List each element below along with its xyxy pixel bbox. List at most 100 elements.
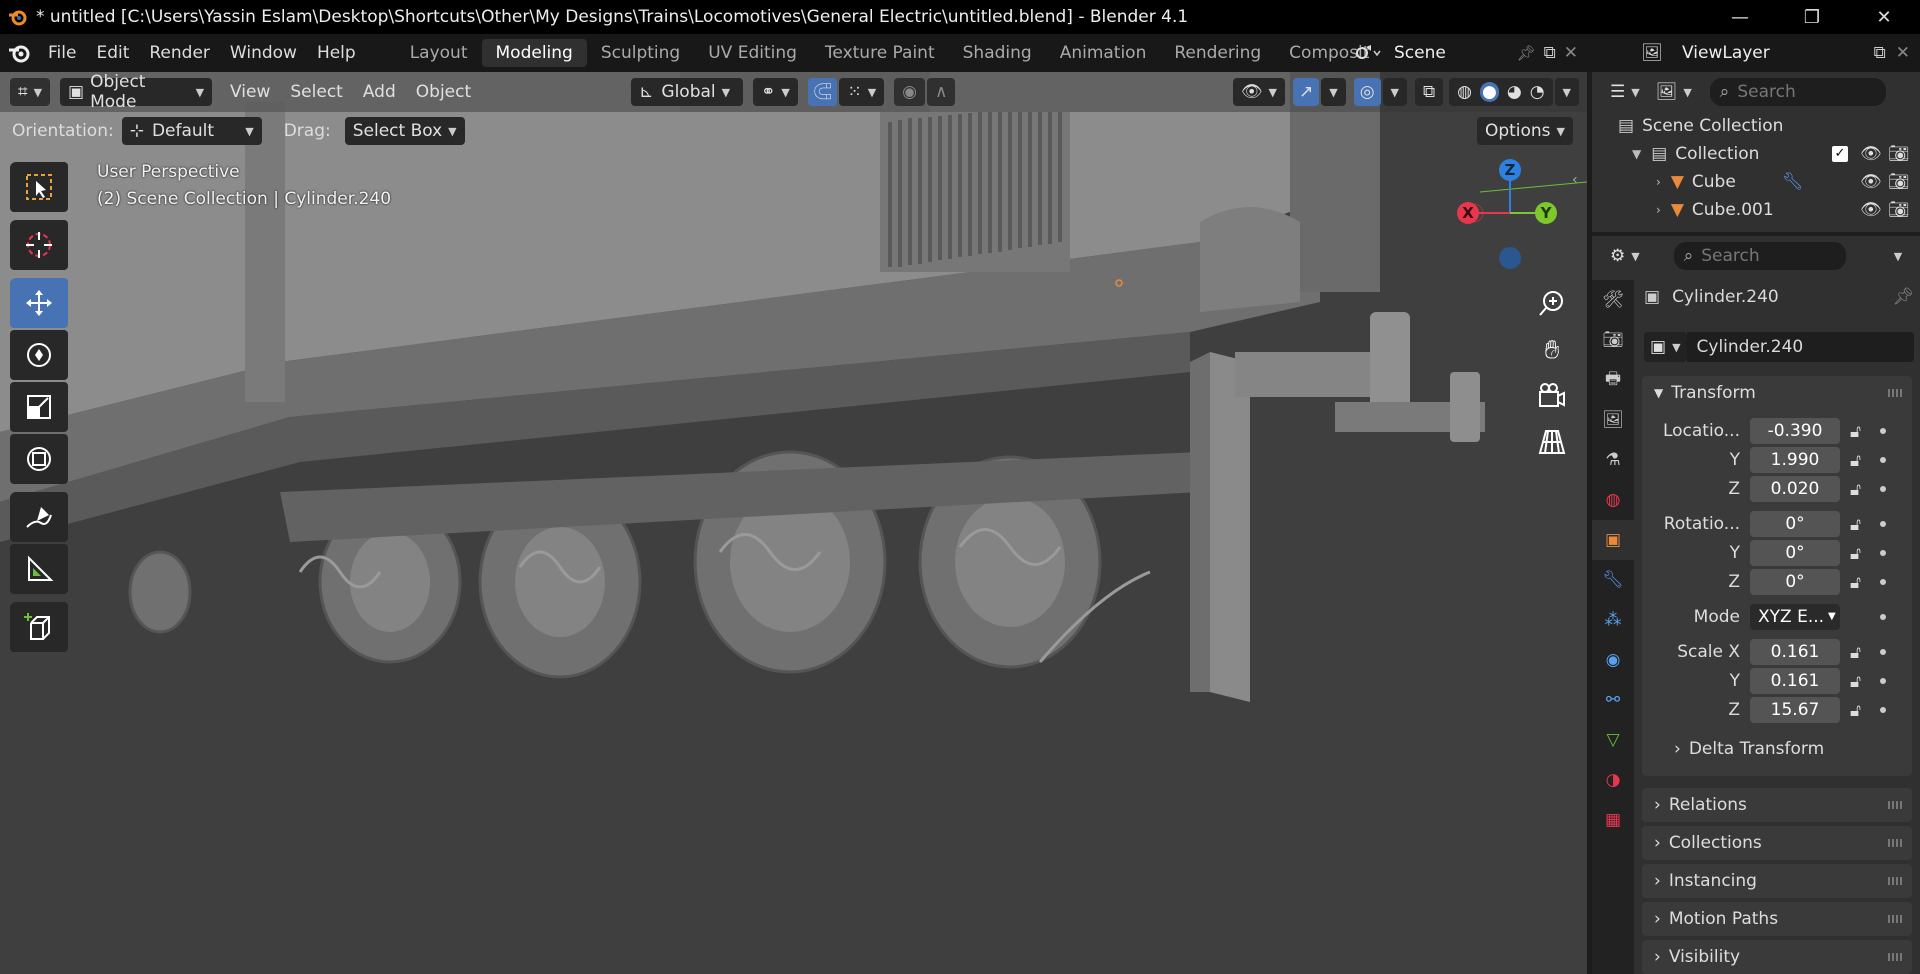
mode-dropdown[interactable]: ▣ Object Mode ▼ xyxy=(60,72,213,112)
material-shading-icon[interactable]: ◕ xyxy=(1507,82,1522,102)
close-button[interactable]: ✕ xyxy=(1848,0,1920,34)
tab-material[interactable]: ◑ xyxy=(1592,760,1634,800)
menu-help[interactable]: Help xyxy=(307,34,366,72)
falloff-dropdown[interactable]: ∧ xyxy=(927,78,956,106)
tab-output[interactable]: 🖶︎ xyxy=(1592,360,1634,400)
lock-icon[interactable]: 🔓︎ xyxy=(1850,701,1868,721)
menu-view[interactable]: View xyxy=(220,82,280,102)
delete-viewlayer-icon[interactable]: ✕ xyxy=(1896,43,1910,63)
menu-edit[interactable]: Edit xyxy=(86,34,139,72)
scale-y-field[interactable]: 0.161 xyxy=(1750,667,1840,694)
outliner-search-input[interactable]: ⌕ Search xyxy=(1709,78,1886,106)
keyframe-dot-icon[interactable] xyxy=(1880,578,1886,585)
tab-layout[interactable]: Layout xyxy=(396,39,482,67)
zoom-button[interactable] xyxy=(1530,282,1574,326)
orientation-dropdown[interactable]: ⊹ Default ▼ xyxy=(121,117,262,145)
navigation-gizmo[interactable]: Z X Y xyxy=(1450,158,1570,288)
keyframe-dot-icon[interactable] xyxy=(1880,648,1886,655)
menu-window[interactable]: Window xyxy=(220,34,307,72)
viewlayer-selector[interactable]: 🖼︎ ViewLayer ⧉ ✕ xyxy=(1632,34,1920,72)
outliner-row-cube[interactable]: › ▼ Cube 🔧︎ 👁︎ 📷︎ xyxy=(1592,168,1920,196)
object-name-field[interactable]: Cylinder.240 xyxy=(1686,332,1914,362)
scene-name[interactable]: Scene xyxy=(1394,43,1517,63)
new-viewlayer-icon[interactable]: ⧉ xyxy=(1874,43,1886,63)
tab-animation[interactable]: Animation xyxy=(1046,39,1161,67)
outliner-row-scene-collection[interactable]: ▤ Scene Collection xyxy=(1592,112,1920,140)
tab-constraints[interactable]: ⚯ xyxy=(1592,680,1634,720)
tab-texture-paint[interactable]: Texture Paint xyxy=(811,39,949,67)
delta-transform-header[interactable]: › Delta Transform xyxy=(1642,734,1912,763)
pan-button[interactable]: ✋︎ xyxy=(1530,328,1574,372)
lock-icon[interactable]: 🔓︎ xyxy=(1850,515,1868,535)
tab-particles[interactable]: ⁂ xyxy=(1592,600,1634,640)
xray-toggle[interactable]: ⧉ xyxy=(1415,78,1444,106)
visibility-panel-header[interactable]: › Visibility xyxy=(1642,940,1912,974)
keyframe-dot-icon[interactable] xyxy=(1880,677,1886,684)
visibility-dropdown[interactable]: 👁︎ ▼ xyxy=(1232,78,1285,106)
camera-view-button[interactable] xyxy=(1530,374,1574,418)
panel-grip-icon[interactable] xyxy=(1888,953,1902,961)
lock-icon[interactable]: 🔓︎ xyxy=(1850,480,1868,500)
rotation-mode-dropdown[interactable]: XYZ E... ▼ xyxy=(1750,603,1840,630)
menu-add[interactable]: Add xyxy=(353,82,406,102)
maximize-button[interactable]: ❐ xyxy=(1776,0,1848,34)
keyframe-dot-icon[interactable] xyxy=(1880,485,1886,492)
tab-uv-editing[interactable]: UV Editing xyxy=(694,39,811,67)
location-z-field[interactable]: 0.020 xyxy=(1750,475,1840,502)
blender-menu-icon[interactable] xyxy=(0,34,38,72)
snap-toggle[interactable]: 🧲︎ xyxy=(807,78,838,106)
tab-modifiers[interactable]: 🔧︎ xyxy=(1592,560,1634,600)
keyframe-dot-icon[interactable] xyxy=(1880,520,1886,527)
menu-file[interactable]: File xyxy=(38,34,86,72)
chevron-right-icon[interactable]: › xyxy=(1656,175,1661,189)
keyframe-dot-icon[interactable] xyxy=(1880,427,1886,434)
tab-world[interactable]: ◍ xyxy=(1592,480,1634,520)
keyframe-dot-icon[interactable] xyxy=(1880,456,1886,463)
new-scene-icon[interactable]: ⧉ xyxy=(1544,43,1556,63)
panel-grip-icon[interactable] xyxy=(1888,839,1902,847)
menu-select[interactable]: Select xyxy=(280,82,352,102)
location-y-field[interactable]: 1.990 xyxy=(1750,446,1840,473)
lock-icon[interactable]: 🔓︎ xyxy=(1850,573,1868,593)
keyframe-dot-icon[interactable] xyxy=(1880,706,1886,713)
transform-tool[interactable] xyxy=(10,434,68,484)
rotation-y-field[interactable]: 0° xyxy=(1750,539,1840,566)
render-camera-icon[interactable]: 📷︎ xyxy=(1888,200,1910,220)
tab-object[interactable]: ▣ xyxy=(1592,520,1634,560)
scene-selector[interactable]: Scene 📌︎ ⧉ ✕ xyxy=(1348,34,1578,72)
scale-x-field[interactable]: 0.161 xyxy=(1750,638,1840,665)
chevron-right-icon[interactable]: › xyxy=(1656,203,1661,217)
transform-panel-header[interactable]: ▼ Transform xyxy=(1642,376,1912,410)
pin-icon[interactable]: 📌︎ xyxy=(1517,44,1536,62)
menu-render[interactable]: Render xyxy=(139,34,220,72)
tab-texture[interactable]: ▦ xyxy=(1592,800,1634,840)
pin-icon[interactable]: 📌︎ xyxy=(1892,287,1914,307)
sidebar-toggle-icon[interactable]: ‹ xyxy=(1572,172,1578,188)
panel-grip-icon[interactable] xyxy=(1888,389,1902,397)
options-dropdown[interactable]: Options ▼ xyxy=(1476,117,1573,145)
keyframe-dot-icon[interactable] xyxy=(1880,613,1886,620)
panel-grip-icon[interactable] xyxy=(1888,801,1902,809)
gizmo-toggle[interactable]: ↗ xyxy=(1292,78,1320,106)
rotate-tool[interactable] xyxy=(10,330,68,380)
annotate-tool[interactable] xyxy=(10,492,68,542)
chevron-down-icon[interactable]: ▼ xyxy=(1632,147,1641,161)
lock-icon[interactable]: 🔓︎ xyxy=(1850,544,1868,564)
instancing-panel-header[interactable]: › Instancing xyxy=(1642,864,1912,898)
lock-icon[interactable]: 🔓︎ xyxy=(1850,672,1868,692)
tab-shading[interactable]: Shading xyxy=(949,39,1046,67)
editor-type-button[interactable]: ⌗ ▼ xyxy=(10,78,51,106)
rotation-z-field[interactable]: 0° xyxy=(1750,568,1840,595)
display-mode-dropdown[interactable]: 🖼︎ ▼ xyxy=(1647,78,1700,106)
viewlayer-name[interactable]: ViewLayer xyxy=(1682,43,1874,63)
keyframe-dot-icon[interactable] xyxy=(1880,549,1886,556)
solid-shading-icon[interactable]: ● xyxy=(1480,82,1499,102)
minimize-button[interactable]: — xyxy=(1704,0,1776,34)
lock-icon[interactable]: 🔓︎ xyxy=(1850,422,1868,442)
pivot-dropdown[interactable]: ⚭ ▼ xyxy=(753,78,798,106)
render-camera-icon[interactable]: 📷︎ xyxy=(1888,144,1910,164)
hide-eye-icon[interactable]: 👁︎ xyxy=(1860,144,1882,164)
panel-grip-icon[interactable] xyxy=(1888,877,1902,885)
add-cube-tool[interactable] xyxy=(10,602,68,652)
panel-grip-icon[interactable] xyxy=(1888,915,1902,923)
